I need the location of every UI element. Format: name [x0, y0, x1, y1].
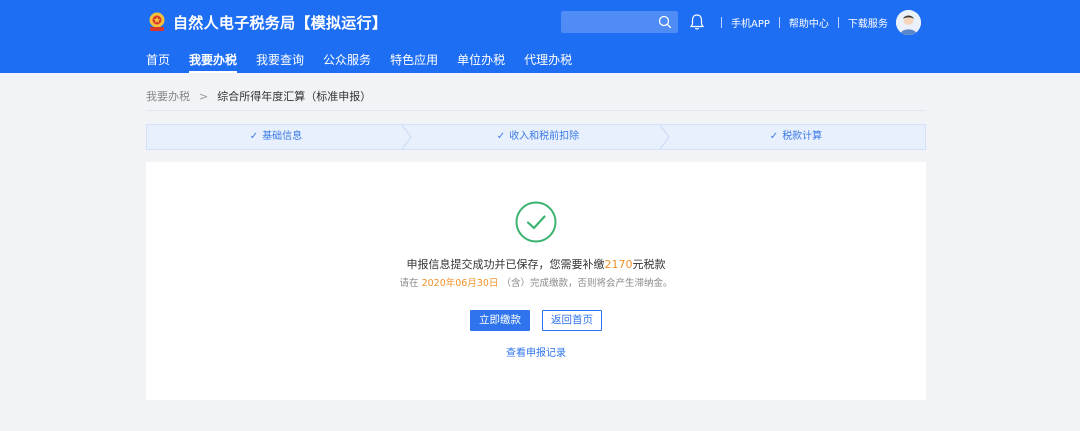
- link-divider: [721, 17, 722, 28]
- breadcrumb-current: 综合所得年度汇算（标准申报）: [217, 90, 372, 103]
- avatar[interactable]: [896, 10, 921, 35]
- help-center-link[interactable]: 帮助中心: [789, 15, 829, 30]
- nav-item-employer-tax[interactable]: 单位办税: [457, 51, 505, 68]
- download-service-link[interactable]: 下载服务: [848, 15, 888, 30]
- nav-item-query[interactable]: 我要查询: [256, 51, 304, 68]
- check-icon: ✓: [769, 131, 779, 142]
- notice-suffix: （含）完成缴款，否则将会产生滞纳金。: [501, 278, 673, 289]
- top-links: 手机APP 帮助中心 下载服务: [712, 15, 888, 30]
- view-records-link: 查看申报记录: [146, 344, 926, 359]
- step-income-deduction: ✓ 收入和税前扣除: [409, 125, 667, 149]
- pay-now-button[interactable]: 立即缴款: [470, 310, 530, 331]
- main-nav: 首页 我要办税 我要查询 公众服务 特色应用 单位办税 代理办税: [146, 51, 591, 73]
- submit-success-message: 申报信息提交成功并已保存，您需要补缴2170元税款: [146, 256, 926, 272]
- payment-deadline: 2020年06月30日: [421, 278, 499, 289]
- step-label: 收入和税前扣除: [509, 131, 580, 142]
- check-icon: ✓: [496, 131, 506, 142]
- result-card: 申报信息提交成功并已保存，您需要补缴2170元税款 请在 2020年06月30日…: [146, 162, 926, 400]
- breadcrumb-parent[interactable]: 我要办税: [146, 88, 190, 104]
- success-check-icon: [515, 201, 557, 243]
- bell-icon[interactable]: [689, 13, 705, 31]
- nav-item-tax-handling[interactable]: 我要办税: [189, 51, 238, 73]
- payment-deadline-notice: 请在 2020年06月30日 （含）完成缴款，否则将会产生滞纳金。: [146, 275, 926, 289]
- search-icon[interactable]: [657, 14, 673, 30]
- site-title: 自然人电子税务局【模拟运行】: [173, 14, 388, 32]
- step-label: 基础信息: [262, 131, 303, 142]
- link-divider: [778, 17, 780, 28]
- step-basic-info: ✓ 基础信息: [147, 125, 405, 149]
- nav-item-home[interactable]: 首页: [146, 51, 170, 68]
- back-home-button[interactable]: 返回首页: [542, 310, 602, 331]
- divider: [146, 110, 926, 111]
- nav-item-public-service[interactable]: 公众服务: [323, 51, 371, 68]
- step-progress-bar: ✓ 基础信息 ✓ 收入和税前扣除 ✓ 税款计算: [146, 124, 926, 150]
- message-prefix: 申报信息提交成功并已保存，您需要补缴: [406, 258, 605, 271]
- breadcrumb: 我要办税 > 综合所得年度汇算（标准申报）: [146, 88, 371, 104]
- check-icon: ✓: [249, 131, 259, 142]
- nav-item-agent-tax[interactable]: 代理办税: [524, 51, 572, 68]
- mobile-app-link[interactable]: 手机APP: [731, 15, 770, 30]
- nav-item-featured-apps[interactable]: 特色应用: [390, 51, 438, 68]
- search-input[interactable]: [561, 11, 678, 33]
- emblem-icon: [149, 12, 165, 31]
- breadcrumb-separator: >: [199, 89, 209, 103]
- avatar-icon: [896, 10, 921, 35]
- top-header: 自然人电子税务局【模拟运行】 手机APP 帮助中心 下载服务 首页 我要办税 我…: [0, 0, 1080, 73]
- link-divider: [837, 17, 839, 28]
- view-records-link-text[interactable]: 查看申报记录: [506, 348, 566, 359]
- notice-prefix: 请在: [399, 278, 419, 289]
- step-label: 税款计算: [782, 131, 823, 142]
- step-tax-calculation: ✓ 税款计算: [667, 125, 925, 149]
- tax-due-amount: 2170: [604, 258, 633, 271]
- message-suffix: 元税款: [632, 258, 666, 271]
